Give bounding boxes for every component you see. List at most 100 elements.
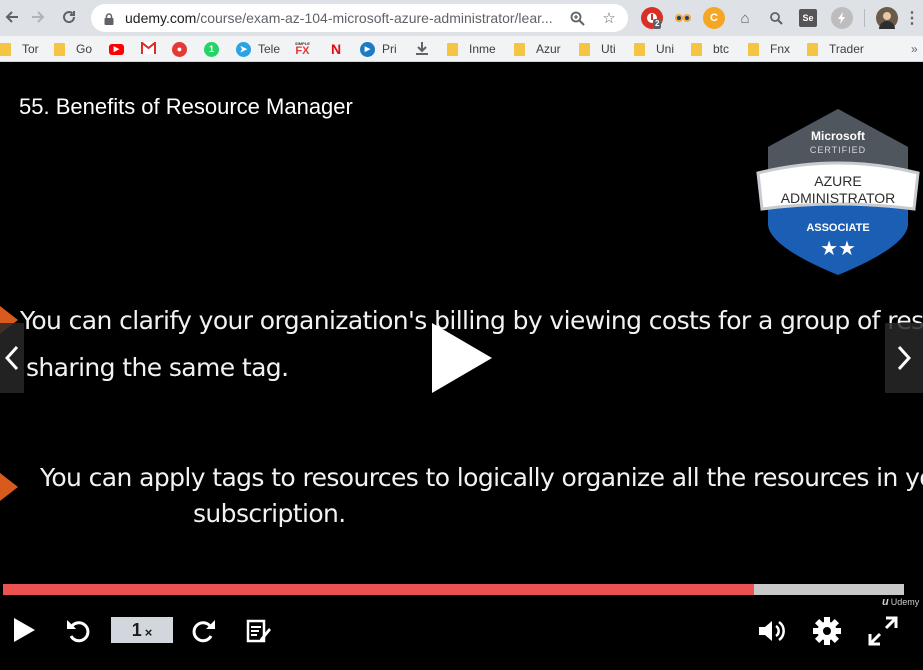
fullscreen-icon[interactable] [866,614,900,648]
url-path: /course/exam-az-104-microsoft-azure-admi… [196,10,553,26]
prime-icon: ▶ [360,41,375,57]
bookmark-label: Tele [258,42,281,56]
ext-badge-count: 2 [653,19,662,29]
bullet-1-line-2: sharing the same tag. [26,353,289,382]
bookmark-label: Go [76,42,93,56]
ext-se-label: Se [802,13,814,23]
bookmark-label: Fnx [770,42,791,56]
folder-icon [0,42,11,56]
bookmark-label: Trader [829,42,864,56]
bookmark-label: btc [713,42,730,56]
forward-5s-icon[interactable] [188,616,218,646]
play-overlay-icon[interactable] [432,323,492,393]
bookmark-uni[interactable]: Uni [634,40,674,58]
ext-bolt-icon[interactable] [831,7,853,29]
url-text: udemy.com/course/exam-az-104-microsoft-a… [125,10,565,26]
profile-avatar[interactable] [876,7,898,29]
bookmark-downloads[interactable] [415,40,429,58]
bookmark-label: Uni [656,42,675,56]
bookmark-go[interactable]: Go [54,40,92,58]
bullet-arrow-icon [0,473,18,501]
bookmark-trader[interactable]: Trader [807,40,864,58]
play-button[interactable] [10,616,38,644]
telegram-icon: ➤ [236,41,251,57]
back-icon[interactable] [0,5,24,29]
ext-search-icon[interactable] [765,7,787,29]
bookmark-tor[interactable]: Tor [0,40,39,58]
previous-lecture-button[interactable] [0,323,24,393]
record-icon: ● [172,41,187,57]
speed-suffix: × [144,624,153,640]
badge-stars: ★★ [820,236,856,260]
playback-speed-button[interactable]: 1 × [111,617,173,643]
bookmark-label: Uti [601,42,616,56]
badge-microsoft: Microsoft [811,129,865,143]
bookmark-youtube[interactable]: ▶ [109,40,131,58]
udemy-logo-icon: u [882,596,889,608]
notes-icon[interactable] [244,616,274,646]
lock-icon [104,12,114,30]
badge-azure: AZURE [814,173,861,189]
ext-adblock-icon[interactable]: 2 [641,7,663,29]
settings-gear-icon[interactable] [810,614,844,648]
bookmark-azur[interactable]: Azur [514,40,561,58]
simplefx-icon: SIMPLE FX [295,41,310,57]
forward-icon[interactable] [26,5,50,29]
bookmark-recorder[interactable]: ● [172,40,194,58]
bookmark-label: Inme [469,42,496,56]
badge-administrator: ADMINISTRATOR [781,190,896,206]
simplefx-icon-text: FX [295,45,310,57]
folder-icon [748,42,759,56]
bookmark-gmail[interactable] [140,40,157,58]
bookmark-fnx[interactable]: Fnx [748,40,790,58]
bookmark-inme[interactable]: Inme [447,40,496,58]
folder-icon [579,42,590,56]
bookmark-netflix[interactable]: N [331,40,341,58]
whatsapp-icon: 1 [204,41,219,57]
bookmark-prime[interactable]: ▶ Pri [360,40,397,58]
rewind-5s-icon[interactable] [64,616,94,646]
folder-icon [634,42,645,56]
toolbar-divider [864,9,865,27]
ext-se-icon[interactable]: Se [799,9,817,27]
ext-coin-icon[interactable]: C [703,7,725,29]
folder-icon [691,42,702,56]
address-bar[interactable]: udemy.com/course/exam-az-104-microsoft-a… [91,4,628,32]
next-lecture-button[interactable] [885,323,923,393]
url-host: udemy.com [125,10,197,26]
zoom-icon[interactable] [567,8,587,28]
bookmark-label: Tor [22,42,39,56]
bullet-2-line-1: You can apply tags to resources to logic… [40,463,923,492]
folder-icon [514,42,525,56]
youtube-icon: ▶ [109,43,124,55]
progress-bar[interactable] [3,584,904,595]
udemy-watermark-text: Udemy [890,597,920,607]
bookmark-star-icon[interactable]: ☆ [599,8,619,28]
udemy-watermark: u Udemy [882,596,919,608]
azure-administrator-badge: Microsoft CERTIFIED AZURE ADMINISTRATOR … [756,109,920,275]
badge-certified: CERTIFIED [810,145,866,155]
bookmark-uti[interactable]: Uti [579,40,616,58]
progress-fill [3,584,754,595]
bookmark-simplefx[interactable]: SIMPLE FX [295,40,310,58]
ext-coin-label: C [710,12,718,24]
speed-value: 1 [131,619,142,640]
gmail-icon [140,40,157,57]
badge-associate: ASSOCIATE [806,222,869,234]
video-player[interactable]: 55. Benefits of Resource Manager Microso… [0,67,923,670]
bullet-2-line-2: subscription. [193,499,346,528]
menu-kebab-icon[interactable]: ⋮ [901,7,923,29]
bookmark-telegram[interactable]: ➤ Tele [236,40,280,58]
ext-owl-icon[interactable] [672,7,694,29]
folder-icon [807,42,818,56]
reload-icon[interactable] [57,5,81,29]
ext-home-icon[interactable]: ⌂ [734,7,756,29]
volume-icon[interactable] [756,616,788,646]
netflix-icon: N [331,41,342,57]
bookmarks-bar: Tor Go ▶ ● 1 ➤ Tele SIMPLE FX N ▶ Pri Inme… [0,36,923,62]
bookmark-whatsapp[interactable]: 1 [204,40,226,58]
download-icon [415,41,429,58]
lecture-title: 55. Benefits of Resource Manager [19,94,353,119]
bookmarks-overflow-icon[interactable]: » [911,40,918,58]
bookmark-btc[interactable]: btc [691,40,729,58]
